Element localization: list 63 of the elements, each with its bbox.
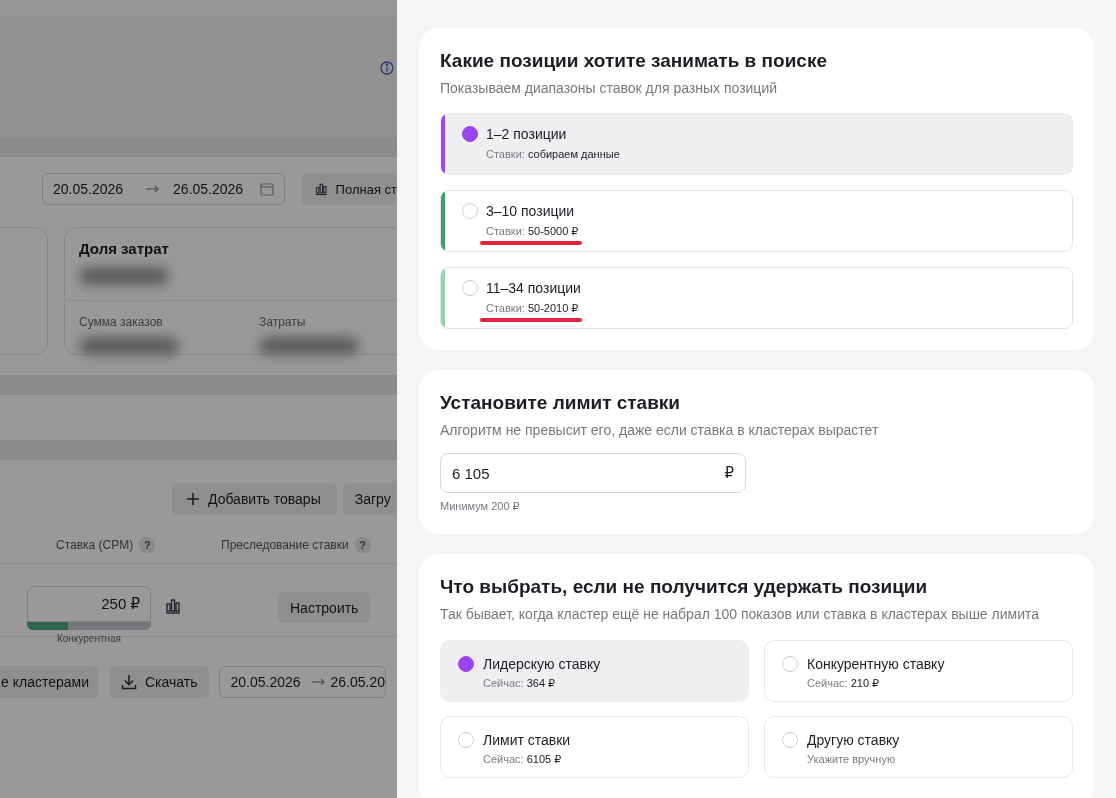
upload-button[interactable]: Загру — [342, 483, 397, 515]
fallback-option[interactable]: Лимит ставки Сейчас: 6105 ₽ — [440, 716, 749, 778]
option-hint: Укажите вручную — [807, 753, 897, 765]
help-badge[interactable]: ? — [354, 537, 371, 553]
column-header: Ставка (CPM) — [56, 538, 134, 552]
date-to: 26.05.20 — [330, 674, 386, 690]
metric-label: Затраты — [259, 315, 307, 329]
bid-value: 250 ₽ — [101, 595, 140, 613]
option-label: Другую ставку — [807, 732, 900, 748]
limit-input-field[interactable]: 6 105 ₽ — [440, 453, 746, 493]
plus-icon — [186, 492, 200, 506]
section-title: Что выбрать, если не получится удержать позиции — [440, 576, 929, 598]
currency-sign: ₽ — [724, 464, 734, 482]
section-title: Установите лимит ставки — [440, 392, 682, 414]
current-rate: Сейчас: 6105 ₽ — [483, 753, 563, 766]
fallback-option[interactable]: Конкурентную ставку Сейчас: 210 ₽ — [764, 640, 1073, 702]
option-label: Лимит ставки — [483, 732, 571, 748]
current-rate: Сейчас: 210 ₽ — [807, 677, 881, 690]
field-hint: Минимум 200 ₽ — [440, 500, 521, 513]
fallback-option[interactable]: Другую ставку Укажите вручную — [764, 716, 1073, 778]
metric-label: Сумма заказов — [79, 315, 164, 329]
download-button[interactable]: Скачать — [109, 666, 210, 698]
clusters-button[interactable]: е кластерами — [0, 666, 99, 698]
option-label: 11–34 позиции — [486, 280, 581, 296]
rate-range: Ставки: собираем данные — [486, 148, 620, 160]
position-option[interactable]: 1–2 позиции Ставки: собираем данные — [440, 113, 1073, 175]
section-subtitle: Так бывает, когда кластер ещё не набрал 100 показов или ставка в кластерах выше лимита — [440, 606, 1041, 622]
radio-button[interactable] — [458, 656, 474, 672]
rate-range: Ставки: 50-5000 ₽ — [486, 225, 579, 238]
option-label: 1–2 позиции — [486, 126, 567, 142]
date-range-field[interactable]: 20.05.2026 26.05.20 — [219, 666, 387, 698]
option-label: 3–10 позиции — [486, 203, 575, 219]
chart-icon[interactable] — [165, 598, 181, 614]
add-products-button[interactable]: Добавить товары — [172, 483, 337, 515]
position-option[interactable]: 11–34 позиции Ставки: 50-2010 ₽ — [440, 267, 1073, 329]
configure-button[interactable]: Настроить — [278, 592, 371, 623]
fallback-option[interactable]: Лидерскую ставку Сейчас: 364 ₽ — [440, 640, 749, 702]
date-from: 20.05.2026 — [53, 181, 124, 197]
section-subtitle: Показываем диапазоны ставок для разных позиций — [440, 80, 779, 96]
current-rate: Сейчас: 364 ₽ — [483, 677, 557, 690]
download-icon — [121, 674, 137, 690]
card-title: Доля затрат — [78, 239, 170, 257]
calendar-icon — [260, 182, 274, 196]
rate-range: Ставки: 50-2010 ₽ — [486, 302, 579, 315]
date-from: 20.05.2026 — [230, 674, 301, 690]
position-option[interactable]: 3–10 позиции Ставки: 50-5000 ₽ — [440, 190, 1073, 252]
arrow-icon — [310, 677, 325, 687]
section-title: Какие позиции хотите занимать в поиске — [440, 50, 828, 72]
radio-button[interactable] — [462, 126, 478, 142]
date-range-field[interactable]: 20.05.2026 26.05.2026 — [42, 173, 285, 205]
column-header: Преследование ставки — [221, 538, 349, 552]
bid-type-label: Конкурентная — [57, 633, 121, 644]
option-label: Конкурентную ставку — [807, 656, 945, 672]
input-value: 6 105 — [452, 464, 490, 482]
section-subtitle: Алгоритм не превысит его, даже если ставка в кластерах вырастет — [440, 422, 880, 438]
bid-field[interactable]: 250 ₽ — [27, 586, 151, 622]
chart-icon — [315, 181, 328, 197]
info-icon — [380, 61, 394, 75]
arrow-icon — [145, 184, 160, 194]
full-stats-button[interactable]: Полная ст — [301, 173, 397, 205]
option-label: Лидерскую ставку — [483, 656, 601, 672]
date-to: 26.05.2026 — [173, 181, 244, 197]
help-badge[interactable]: ? — [139, 537, 156, 553]
